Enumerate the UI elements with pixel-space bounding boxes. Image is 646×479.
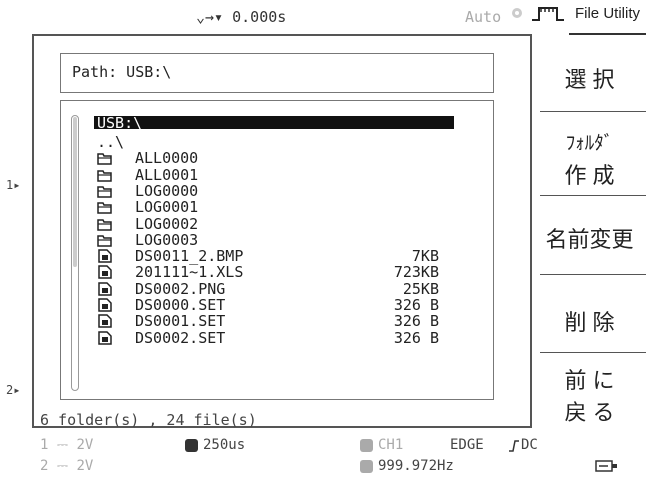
- channel-1-marker: 1▸: [6, 178, 21, 192]
- gear-icon: [512, 8, 522, 18]
- menu-divider: [540, 111, 646, 112]
- file-name: DS0000.SET: [135, 296, 226, 314]
- file-name: DS0002.PNG: [135, 279, 226, 298]
- menu-divider: [540, 352, 646, 353]
- trigger-icon: [360, 439, 373, 452]
- file-size: 326 B: [393, 296, 439, 314]
- new-folder-button-line2[interactable]: 作 成: [533, 158, 646, 190]
- path-text: Path: USB:\: [72, 63, 172, 81]
- file-list-item[interactable]: ALL0001: [97, 167, 439, 183]
- file-size: 326 B: [393, 328, 439, 347]
- file-count-status: 6 folder(s) , 24 file(s): [40, 411, 257, 429]
- file-list-item[interactable]: DS0001.SET 326 B: [97, 313, 439, 329]
- timebase-icon: [185, 439, 198, 452]
- delete-button[interactable]: 削 除: [533, 305, 646, 337]
- file-size: 25KB: [402, 279, 439, 298]
- file-list-item[interactable]: DS0000.SET 326 B: [97, 297, 439, 313]
- file-size: 326 B: [393, 312, 439, 331]
- selected-row-highlight[interactable]: [94, 116, 454, 129]
- rising-edge-icon: [509, 440, 519, 452]
- scrollbar-thumb[interactable]: [73, 117, 77, 267]
- trigger-edge-icon: [532, 7, 564, 21]
- back-button-line2[interactable]: 戻 る: [533, 395, 646, 427]
- rename-button[interactable]: 名前変更: [533, 222, 646, 254]
- file-name: DS0011_2.BMP: [135, 247, 244, 266]
- file-list-item[interactable]: LOG0000: [97, 183, 439, 199]
- file-size: 7KB: [411, 247, 439, 266]
- back-button-line1[interactable]: 前 に: [533, 363, 646, 395]
- trigger-type: EDGE: [450, 437, 484, 453]
- file-name: DS0002.SET: [135, 328, 226, 347]
- folder-icon: [97, 153, 112, 166]
- file-name: ALL0001: [135, 165, 199, 184]
- file-icon: [98, 249, 112, 263]
- file-list-item[interactable]: LOG0002: [97, 216, 439, 232]
- file-list-item[interactable]: LOG0001: [97, 199, 439, 215]
- file-icon: [98, 298, 112, 312]
- folder-icon: [97, 169, 112, 182]
- file-list-item[interactable]: ALL0000: [97, 150, 439, 166]
- file-name: 201111~1.XLS: [135, 263, 244, 282]
- file-list-item[interactable]: DS0002.PNG 25KB: [97, 281, 439, 297]
- ch1-scale: 1 ⎓ 2V: [40, 437, 94, 453]
- file-list-item[interactable]: 201111~1.XLS 723KB: [97, 264, 439, 280]
- menu-divider: [540, 274, 646, 275]
- select-button[interactable]: 選 択: [533, 62, 646, 94]
- file-icon: [98, 281, 112, 296]
- file-name: LOG0000: [135, 181, 199, 200]
- file-name: DS0001.SET: [135, 312, 226, 331]
- file-list-item[interactable]: LOG0003: [97, 232, 439, 248]
- file-name: ALL0000: [135, 149, 199, 168]
- selected-row-label: USB:\: [97, 114, 143, 132]
- folder-icon: [97, 235, 112, 247]
- file-list-item[interactable]: ..\: [97, 134, 439, 150]
- folder-icon: [97, 186, 112, 198]
- ch2-scale: 2 ⎓ 2V: [40, 458, 94, 474]
- frequency-readout: 999.972Hz: [378, 458, 454, 474]
- timebase-value: 250us: [203, 437, 246, 453]
- file-name: ..\: [97, 133, 125, 151]
- trigger-time-readout: ⌄→▾ 0.000s: [196, 8, 287, 26]
- acquire-mode-label: Auto: [465, 8, 502, 26]
- file-name: LOG0001: [135, 198, 199, 217]
- file-icon: [98, 265, 112, 280]
- channel-2-marker: 2▸: [6, 383, 21, 397]
- trigger-source: CH1: [378, 437, 404, 453]
- folder-icon: [97, 202, 112, 214]
- menu-divider: [540, 195, 646, 196]
- file-icon: [98, 314, 112, 329]
- folder-icon: [97, 218, 112, 231]
- file-icon: [98, 330, 112, 345]
- file-list-item[interactable]: DS0011_2.BMP 7KB: [97, 248, 439, 264]
- file-name: LOG0003: [135, 230, 199, 249]
- frequency-icon: [360, 460, 373, 473]
- usb-icon: [595, 460, 617, 472]
- coupling: DC: [521, 437, 538, 453]
- file-size: 723KB: [393, 263, 439, 282]
- new-folder-button-line1[interactable]: ﾌｫﾙﾀﾞ: [533, 128, 646, 155]
- file-name: LOG0002: [135, 214, 199, 233]
- file-list-item[interactable]: DS0002.SET 326 B: [97, 330, 439, 346]
- menu-title: File Utility: [569, 5, 646, 35]
